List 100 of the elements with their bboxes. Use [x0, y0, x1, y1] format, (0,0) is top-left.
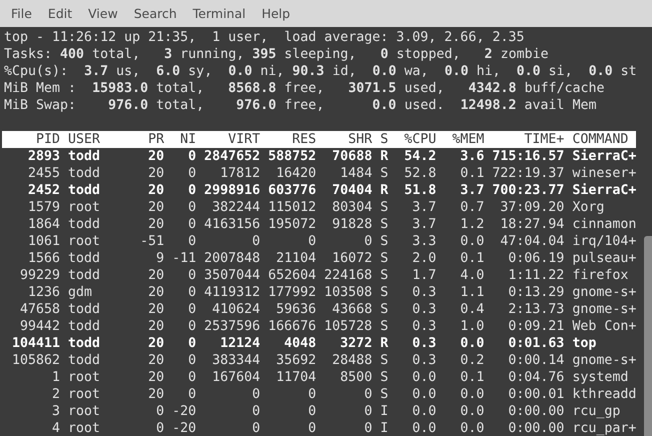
table-cell-text: 0.2	[459, 352, 484, 369]
table-cell-text: 0:13.29	[507, 284, 564, 301]
table-cell-text: -51	[139, 233, 164, 250]
table-cell-text: 16072	[331, 250, 372, 267]
menu-item[interactable]: Help	[254, 6, 298, 21]
table-cell-text: 0.3	[411, 301, 436, 318]
column-header[interactable]: RES	[260, 131, 316, 148]
table-cell-text: 17812	[219, 165, 260, 182]
table-cell-text: 224168	[323, 267, 372, 284]
table-cell-text: 18:27.94	[499, 216, 564, 233]
table-cell-text: systemd	[571, 369, 630, 386]
table-cell-text: 1484	[339, 165, 372, 182]
table-cell-text: 0.0	[411, 369, 436, 386]
table-cell-text: 177992	[267, 284, 316, 301]
table-cell-text: 91828	[331, 216, 372, 233]
menu-item[interactable]: Search	[126, 6, 185, 21]
table-cell-text: 1579	[27, 199, 60, 216]
table-cell-text: 11704	[275, 369, 316, 386]
table-cell-text: 3.6	[459, 148, 484, 165]
table-cell-text: 0.7	[459, 199, 484, 216]
column-header[interactable]: COMMAND	[564, 131, 636, 148]
column-header[interactable]: PID	[4, 131, 60, 148]
table-cell-text: S	[379, 216, 388, 233]
table-cell-text: 80304	[331, 199, 372, 216]
table-cell-text: Web Con+	[571, 318, 636, 335]
column-header[interactable]: %MEM	[436, 131, 484, 148]
table-cell-text: 2452	[27, 182, 60, 199]
table-cell-text: 722:19.37	[491, 165, 564, 182]
table-cell-text: R	[379, 182, 388, 199]
table-cell-text: 2	[51, 386, 60, 403]
table-cell-text: 35692	[275, 352, 316, 369]
menu-item[interactable]: Edit	[40, 6, 80, 21]
table-cell-text: -20	[171, 420, 196, 436]
table-cell-text: 382244	[211, 199, 260, 216]
table-cell-text: 1566	[27, 250, 60, 267]
column-header[interactable]: TIME+	[484, 131, 564, 148]
column-header[interactable]: SHR	[316, 131, 372, 148]
table-cell-text: todd	[67, 165, 102, 182]
column-header[interactable]: NI	[164, 131, 196, 148]
table-cell-text: SierraC+	[571, 182, 636, 199]
table-cell-text: 0.3	[411, 335, 436, 352]
table-cell-text: S	[379, 301, 388, 318]
table-cell-text: 0	[155, 403, 164, 420]
table-cell-text: 20	[147, 318, 164, 335]
summary-line: top - 11:26:12 up 21:35, 1 user, load average: 3.09, 2.66, 2.35	[4, 29, 526, 46]
table-cell-text: 0.0	[411, 403, 436, 420]
column-header[interactable]: %CPU	[388, 131, 436, 148]
table-cell-text: 0.1	[459, 369, 484, 386]
table-cell-text: 43668	[331, 301, 372, 318]
table-cell-text: todd	[67, 216, 102, 233]
table-cell-text: 0	[307, 233, 316, 250]
table-cell-text: 0	[187, 369, 196, 386]
table-cell-text: S	[379, 165, 388, 182]
column-header[interactable]: VIRT	[196, 131, 260, 148]
menu-item[interactable]: Terminal	[184, 6, 254, 21]
table-cell-text: 410624	[211, 301, 260, 318]
table-cell-text: 0:00.00	[507, 403, 564, 420]
table-cell-text: gnome-s+	[571, 284, 636, 301]
menu-item[interactable]: File	[3, 6, 40, 21]
menu-item[interactable]: View	[80, 6, 126, 21]
table-cell-text: 0:06.19	[507, 250, 564, 267]
table-cell-text: 0.0	[459, 403, 484, 420]
table-cell-text: 3507044	[203, 267, 260, 284]
table-cell-text: S	[379, 267, 388, 284]
table-cell-text: 12124	[219, 335, 260, 352]
table-cell-text: 99442	[19, 318, 60, 335]
table-cell-text: 2893	[27, 148, 60, 165]
table-cell-text: 47658	[19, 301, 60, 318]
table-cell-text: 20	[147, 182, 164, 199]
table-cell-text: 1.0	[459, 318, 484, 335]
table-cell-text: 21104	[275, 250, 316, 267]
table-cell-text: R	[379, 335, 388, 352]
table-cell-text: 20	[147, 352, 164, 369]
table-cell-text: 3	[51, 403, 60, 420]
column-header[interactable]: PR	[132, 131, 164, 148]
table-cell-text: 0	[187, 318, 196, 335]
table-cell-text: 0.3	[411, 318, 436, 335]
table-cell-text: 0.3	[411, 352, 436, 369]
table-cell-text: 1236	[27, 284, 60, 301]
column-header[interactable]: USER	[60, 131, 132, 148]
table-cell-text: 20	[147, 369, 164, 386]
table-cell-text: 167604	[211, 369, 260, 386]
table-cell-text: 51.8	[403, 182, 436, 199]
table-cell-text: 20	[147, 335, 164, 352]
table-cell-text: 700:23.77	[491, 182, 564, 199]
table-cell-text: rcu_par+	[571, 420, 636, 436]
table-cell-text: 70404	[331, 182, 372, 199]
table-cell-text: root	[67, 233, 102, 250]
table-cell-text: 0	[307, 420, 316, 436]
table-cell-text: 115012	[267, 199, 316, 216]
table-cell-text: 0.3	[411, 284, 436, 301]
table-cell-text: 0.1	[459, 165, 484, 182]
table-cell-text: todd	[67, 335, 102, 352]
table-cell-text: 0.1	[459, 250, 484, 267]
table-cell-text: 0	[251, 386, 260, 403]
table-cell-text: pulseau+	[571, 250, 636, 267]
table-cell-text: 0	[187, 199, 196, 216]
column-header[interactable]: S	[372, 131, 388, 148]
table-cell-text: 2847652	[203, 148, 260, 165]
table-cell-text: 3.3	[411, 233, 436, 250]
